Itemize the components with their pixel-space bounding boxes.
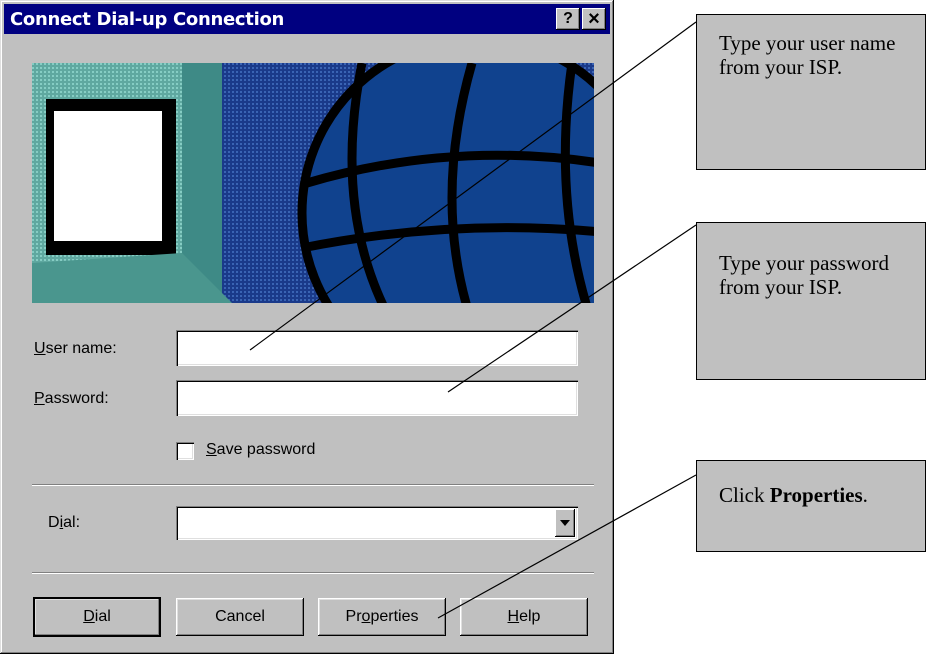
pointer-line-password [447, 224, 697, 393]
pointer-line-properties [437, 474, 697, 619]
pointer-line-username [249, 21, 697, 351]
callout-pointer-lines [249, 21, 697, 619]
